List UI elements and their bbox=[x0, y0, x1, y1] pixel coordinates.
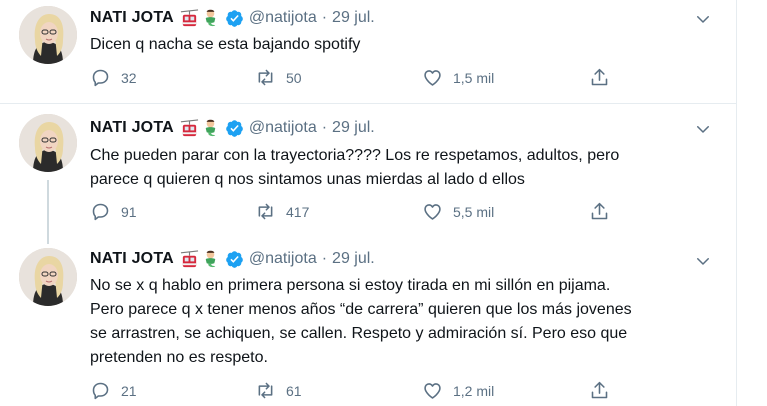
author-name[interactable]: NATI JOTA bbox=[90, 9, 174, 27]
tweet-date[interactable]: 29 jul. bbox=[332, 9, 375, 27]
like-count: 5,5 mil bbox=[453, 203, 495, 220]
tweet-header: NATI JOTA @natijota · 29 jul. bbox=[90, 117, 375, 139]
retweet-count: 61 bbox=[286, 382, 302, 399]
cable-car-emoji-icon bbox=[180, 250, 199, 269]
reply-button[interactable]: 91 bbox=[90, 201, 137, 222]
author-handle[interactable]: @natijota bbox=[249, 119, 317, 137]
avatar-photo bbox=[19, 248, 77, 306]
tweet-date[interactable]: 29 jul. bbox=[332, 250, 375, 268]
reply-icon bbox=[90, 380, 111, 401]
reply-button[interactable]: 32 bbox=[90, 67, 137, 88]
author-name[interactable]: NATI JOTA bbox=[90, 119, 174, 137]
tweet-actions: 32 50 1,5 mil bbox=[90, 67, 630, 91]
like-button[interactable]: 1,5 mil bbox=[422, 67, 494, 88]
tweet-actions: 91 417 5,5 mil bbox=[90, 201, 630, 225]
tweet-text: Che pueden parar con la trayectoria???? … bbox=[90, 147, 620, 188]
reply-icon bbox=[90, 201, 111, 222]
share-icon bbox=[589, 201, 610, 222]
like-count: 1,2 mil bbox=[453, 382, 495, 399]
retweet-count: 417 bbox=[286, 203, 310, 220]
author-handle[interactable]: @natijota bbox=[249, 9, 317, 27]
separator-dot: · bbox=[321, 9, 328, 26]
verified-badge-icon bbox=[225, 250, 244, 269]
chevron-down-icon[interactable] bbox=[694, 10, 712, 28]
verified-badge-icon bbox=[225, 9, 244, 28]
reply-count: 91 bbox=[121, 203, 137, 220]
avatar-photo bbox=[19, 114, 77, 172]
tweet-text: No se x q hablo en primera persona si es… bbox=[90, 277, 632, 366]
retweet-button[interactable]: 50 bbox=[255, 67, 302, 88]
tweet[interactable]: NATI JOTA @natijota · 29 jul. No se x q … bbox=[0, 236, 736, 406]
reply-icon bbox=[90, 67, 111, 88]
reply-count: 21 bbox=[121, 382, 137, 399]
verified-badge-icon bbox=[225, 119, 244, 138]
tweet[interactable]: NATI JOTA @natijota · 29 jul. Dicen q na… bbox=[0, 0, 736, 102]
avatar[interactable] bbox=[19, 114, 77, 172]
share-button[interactable] bbox=[589, 67, 610, 88]
tweet-text: Dicen q nacha se esta bajando spotify bbox=[90, 36, 361, 53]
reply-count: 32 bbox=[121, 69, 137, 86]
author-name[interactable]: NATI JOTA bbox=[90, 250, 174, 268]
tweet-header: NATI JOTA @natijota · 29 jul. bbox=[90, 248, 375, 270]
timeline-feed: NATI JOTA @natijota · 29 jul. Dicen q na… bbox=[0, 0, 737, 406]
avatar[interactable] bbox=[19, 248, 77, 306]
heart-icon bbox=[422, 201, 443, 222]
cable-car-emoji-icon bbox=[180, 9, 199, 28]
share-button[interactable] bbox=[589, 201, 610, 222]
tweet-actions: 21 61 1,2 mil bbox=[90, 380, 630, 404]
cable-car-emoji-icon bbox=[180, 119, 199, 138]
retweet-button[interactable]: 417 bbox=[255, 201, 309, 222]
tweet-header: NATI JOTA @natijota · 29 jul. bbox=[90, 7, 375, 29]
retweet-icon bbox=[255, 67, 276, 88]
share-icon bbox=[589, 380, 610, 401]
woman-genie-emoji-icon bbox=[201, 9, 220, 28]
retweet-button[interactable]: 61 bbox=[255, 380, 302, 401]
separator-dot: · bbox=[321, 119, 328, 136]
like-button[interactable]: 1,2 mil bbox=[422, 380, 494, 401]
share-icon bbox=[589, 67, 610, 88]
retweet-icon bbox=[255, 380, 276, 401]
tweet[interactable]: NATI JOTA @natijota · 29 jul. Che pueden… bbox=[0, 104, 736, 234]
separator-dot: · bbox=[321, 250, 328, 267]
author-handle[interactable]: @natijota bbox=[249, 250, 317, 268]
heart-icon bbox=[422, 67, 443, 88]
avatar[interactable] bbox=[19, 6, 77, 64]
share-button[interactable] bbox=[589, 380, 610, 401]
woman-genie-emoji-icon bbox=[201, 250, 220, 269]
tweet-date[interactable]: 29 jul. bbox=[332, 119, 375, 137]
chevron-down-icon[interactable] bbox=[694, 252, 712, 270]
like-button[interactable]: 5,5 mil bbox=[422, 201, 494, 222]
woman-genie-emoji-icon bbox=[201, 119, 220, 138]
reply-button[interactable]: 21 bbox=[90, 380, 137, 401]
chevron-down-icon[interactable] bbox=[694, 120, 712, 138]
retweet-icon bbox=[255, 201, 276, 222]
retweet-count: 50 bbox=[286, 69, 302, 86]
avatar-photo bbox=[19, 6, 77, 64]
like-count: 1,5 mil bbox=[453, 69, 495, 86]
heart-icon bbox=[422, 380, 443, 401]
